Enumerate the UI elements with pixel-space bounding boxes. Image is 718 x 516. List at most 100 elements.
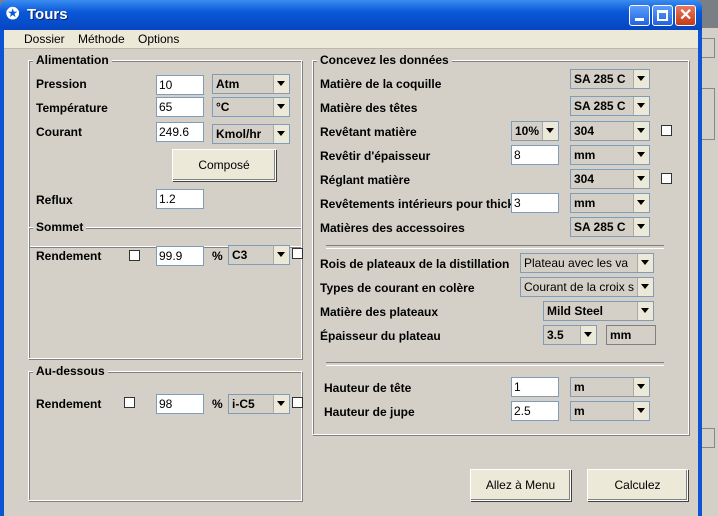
reglant-select[interactable]: 304: [570, 169, 650, 189]
minimize-button[interactable]: [629, 5, 650, 26]
pression-input[interactable]: 10: [156, 75, 204, 95]
chevron-down-icon[interactable]: [633, 402, 649, 420]
interieurs-label: Revêtements intérieurs pour thick: [320, 197, 515, 211]
chevron-down-icon[interactable]: [633, 146, 649, 164]
chevron-down-icon[interactable]: [633, 194, 649, 212]
app-logo-icon: ✪: [6, 6, 20, 23]
chevron-down-icon[interactable]: [273, 125, 289, 143]
audessous-extra-checkbox[interactable]: [292, 397, 303, 408]
jupe-label: Hauteur de jupe: [324, 405, 415, 419]
client-area: Dossier Méthode Options Alimentation Pre…: [4, 30, 698, 516]
audessous-component-value: i-C5: [232, 397, 255, 411]
maximize-button[interactable]: [652, 5, 673, 26]
chevron-down-icon[interactable]: [542, 122, 558, 140]
menu-button[interactable]: Allez à Menu: [470, 469, 571, 501]
sommet-extra-checkbox[interactable]: [292, 248, 303, 259]
rois-select[interactable]: Plateau avec les va: [520, 253, 654, 273]
tete-unit-value: m: [574, 380, 585, 394]
accessoires-value: SA 285 C: [574, 220, 626, 234]
tete-input[interactable]: 1: [511, 377, 559, 397]
chevron-down-icon[interactable]: [633, 122, 649, 140]
sommet-component-select[interactable]: C3: [228, 245, 290, 265]
revetant-select[interactable]: 304: [570, 121, 650, 141]
revetant-checkbox[interactable]: [661, 125, 672, 136]
sommet-rendement-label: Rendement: [36, 249, 102, 263]
audessous-percent: %: [212, 397, 223, 411]
accessoires-select[interactable]: SA 285 C: [570, 217, 650, 237]
menu-options[interactable]: Options: [138, 32, 179, 46]
minimize-icon: [635, 18, 644, 21]
chevron-down-icon[interactable]: [633, 170, 649, 188]
chevron-down-icon[interactable]: [273, 98, 289, 116]
revetant-pct-value: 10%: [515, 124, 540, 138]
sommet-rendement-input[interactable]: 99.9: [156, 246, 204, 266]
temperature-unit-value: °C: [216, 100, 230, 114]
revetir-input[interactable]: 8: [511, 145, 559, 165]
courant-unit-select[interactable]: Kmol/hr: [212, 124, 290, 144]
reglant-label: Réglant matière: [320, 173, 411, 187]
epaisseur-value: 3.5: [547, 328, 564, 342]
chevron-down-icon[interactable]: [637, 278, 653, 296]
reglant-value: 304: [574, 172, 595, 186]
pression-unit-value: Atm: [216, 77, 240, 91]
tete-unit-select[interactable]: m: [570, 377, 650, 397]
title-bar[interactable]: ✪ Tours ✕: [0, 0, 702, 30]
main-window: ✪ Tours ✕ Dossier Méthode Options Alimen…: [0, 0, 702, 516]
chevron-down-icon[interactable]: [273, 75, 289, 93]
plateaux-label: Matière des plateaux: [320, 305, 439, 319]
courant-input[interactable]: 249.6: [156, 122, 204, 142]
revetir-label: Revêtir d'épaisseur: [320, 149, 431, 163]
background-scroll-up-icon: [701, 38, 715, 58]
epaisseur-select[interactable]: 3.5: [543, 325, 597, 345]
close-icon: ✕: [679, 7, 693, 24]
audessous-checkbox[interactable]: [124, 397, 135, 408]
chevron-down-icon[interactable]: [633, 218, 649, 236]
jupe-input[interactable]: 2.5: [511, 401, 559, 421]
chevron-down-icon[interactable]: [633, 70, 649, 88]
types-value: Courant de la croix s: [524, 280, 635, 294]
chevron-down-icon[interactable]: [273, 246, 289, 264]
plateaux-select[interactable]: Mild Steel: [543, 301, 654, 321]
revetir-unit-select[interactable]: mm: [570, 145, 650, 165]
tetes-select[interactable]: SA 285 C: [570, 96, 650, 116]
pression-label: Pression: [36, 77, 87, 91]
revetant-pct-select[interactable]: 10%: [511, 121, 559, 141]
epaisseur-label: Épaisseur du plateau: [320, 329, 441, 343]
coquille-label: Matière de la coquille: [320, 77, 442, 91]
reglant-checkbox[interactable]: [661, 173, 672, 184]
types-label: Types de courant en colère: [320, 281, 475, 295]
temperature-input[interactable]: 65: [156, 97, 204, 117]
menu-methode[interactable]: Méthode: [78, 32, 125, 46]
interieurs-input[interactable]: 3: [511, 193, 559, 213]
rois-value: Plateau avec les va: [524, 256, 629, 270]
tete-label: Hauteur de tête: [324, 381, 412, 395]
types-select[interactable]: Courant de la croix s: [520, 277, 654, 297]
sommet-checkbox[interactable]: [129, 250, 140, 261]
jupe-unit-select[interactable]: m: [570, 401, 650, 421]
close-button[interactable]: ✕: [675, 5, 696, 26]
calculate-button[interactable]: Calculez: [587, 469, 688, 501]
interieurs-unit-select[interactable]: mm: [570, 193, 650, 213]
chevron-down-icon[interactable]: [633, 378, 649, 396]
chevron-down-icon[interactable]: [637, 254, 653, 272]
menu-dossier[interactable]: Dossier: [24, 32, 65, 46]
audessous-rendement-label: Rendement: [36, 397, 102, 411]
coquille-select[interactable]: SA 285 C: [570, 69, 650, 89]
courant-unit-value: Kmol/hr: [216, 127, 262, 141]
chevron-down-icon[interactable]: [633, 97, 649, 115]
audessous-component-select[interactable]: i-C5: [228, 394, 290, 414]
audessous-title: Au-dessous: [33, 364, 108, 378]
sommet-component-value: C3: [232, 248, 248, 262]
coquille-value: SA 285 C: [574, 72, 626, 86]
audessous-rendement-input[interactable]: 98: [156, 394, 204, 414]
chevron-down-icon[interactable]: [637, 302, 653, 320]
chevron-down-icon[interactable]: [273, 395, 289, 413]
chevron-down-icon[interactable]: [580, 326, 596, 344]
temperature-unit-select[interactable]: °C: [212, 97, 290, 117]
pression-unit-select[interactable]: Atm: [212, 74, 290, 94]
tetes-value: SA 285 C: [574, 99, 626, 113]
sommet-percent: %: [212, 249, 223, 263]
compose-button[interactable]: Composé: [172, 149, 276, 181]
reflux-input[interactable]: 1.2: [156, 189, 204, 209]
sommet-title: Sommet: [33, 220, 87, 234]
